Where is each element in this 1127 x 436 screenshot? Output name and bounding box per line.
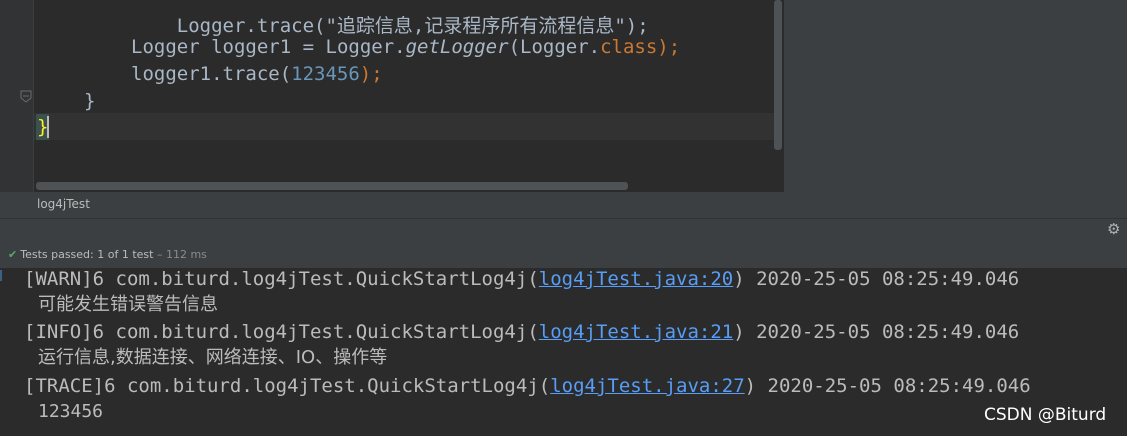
log-line-warn: [WARN]6 com.biturd.log4jTest.QuickStartL… (24, 267, 1019, 291)
source-link[interactable]: log4jTest.java:20 (539, 268, 733, 290)
method-name: getLogger (405, 36, 509, 58)
fold-marker-icon[interactable] (20, 90, 32, 103)
status-label: Tests passed: (20, 248, 94, 261)
breadcrumb-bar (0, 192, 784, 218)
test-status: ✔ Tests passed: 1 of 1 test – 112 ms (8, 248, 207, 261)
current-line-highlight (34, 113, 774, 140)
type-name: Logger (131, 36, 200, 58)
status-count: 1 of 1 test (97, 248, 154, 261)
log-prefix: [TRACE]6 com.biturd.log4jTest.QuickStart… (24, 375, 551, 397)
log-line-trace: [TRACE]6 com.biturd.log4jTest.QuickStart… (24, 374, 1031, 398)
log-message-trace: 123456 (38, 401, 104, 422)
fold-guide (33, 0, 34, 192)
editor-horizontal-scrollbar[interactable] (36, 182, 628, 190)
method-call: logger1.trace( (131, 63, 292, 85)
log-line-info: [INFO]6 com.biturd.log4jTest.QuickStartL… (24, 320, 1019, 344)
class-ref: Logger. (325, 36, 406, 58)
variable-name: logger1 (211, 36, 292, 58)
breadcrumb[interactable]: log4jTest (37, 197, 90, 211)
operator: = (302, 36, 315, 58)
code-line-logger-decl[interactable]: Logger logger1 = Logger.getLogger(Logger… (131, 34, 680, 60)
log-prefix: [WARN]6 com.biturd.log4jTest.QuickStartL… (24, 268, 539, 290)
source-link[interactable]: log4jTest.java:27 (550, 375, 744, 397)
statement-end: ); (657, 36, 681, 58)
log-timestamp: ) 2020-25-05 08:25:49.046 (744, 375, 1031, 397)
statement-end: ); (359, 63, 383, 85)
status-duration: – 112 ms (156, 248, 207, 261)
text-caret (47, 116, 49, 138)
editor-vertical-scrollbar[interactable] (774, 0, 782, 150)
log-message-warn: 可能发生错误警告信息 (38, 294, 218, 315)
log-prefix: [INFO]6 com.biturd.log4jTest.QuickStartL… (24, 321, 539, 343)
console-gutter-marker (0, 270, 2, 281)
watermark: CSDN @Biturd (984, 405, 1107, 425)
method-arg: (Logger. (508, 36, 601, 58)
code-line-trace-call[interactable]: logger1.trace(123456); (131, 61, 383, 87)
log-message-info: 运行信息,数据连接、网络连接、IO、操作等 (38, 347, 388, 368)
log-timestamp: ) 2020-25-05 08:25:49.046 (733, 268, 1020, 290)
source-link[interactable]: log4jTest.java:21 (539, 321, 733, 343)
log-timestamp: ) 2020-25-05 08:25:49.046 (733, 321, 1020, 343)
run-tool-window-header (0, 218, 1127, 245)
method-closing-brace: } (84, 90, 96, 112)
side-panel (784, 0, 1127, 218)
gear-icon[interactable]: ⚙ (1107, 220, 1120, 238)
check-icon: ✔ (8, 248, 18, 261)
number-literal: 123456 (291, 63, 360, 85)
keyword: class (600, 36, 658, 58)
code-editor[interactable]: Logger.trace("追踪信息,记录程序所有流程信息"); Logger … (0, 0, 784, 192)
